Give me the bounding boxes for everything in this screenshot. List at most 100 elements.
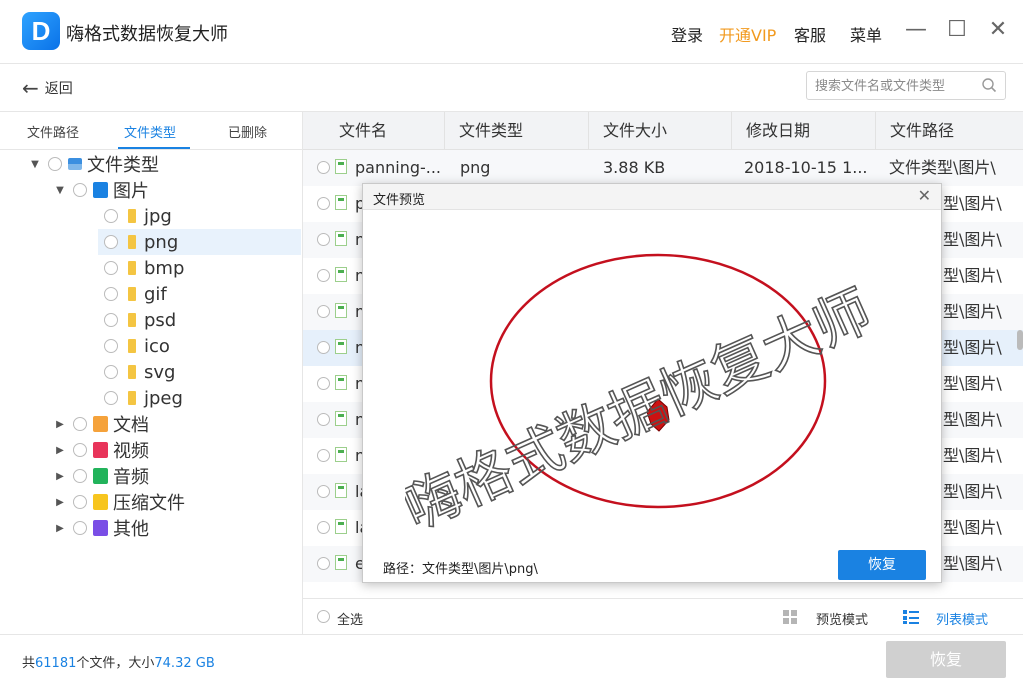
grid-view-icon[interactable] [783, 610, 797, 624]
caret-down-icon[interactable]: ▼ [53, 185, 67, 196]
tree-node-docs[interactable]: ▶ 文档 [53, 411, 149, 437]
tree-radio[interactable] [73, 417, 87, 431]
app-logo-icon: D [22, 12, 60, 50]
close-button[interactable]: ✕ [984, 16, 1012, 44]
preview-image [489, 253, 827, 509]
column-header-path[interactable]: 文件路径 [876, 112, 1023, 150]
tree-node-gif[interactable]: gif [98, 281, 301, 307]
cell-path: 型\图片\ [943, 446, 1002, 465]
row-radio[interactable] [317, 413, 330, 426]
cell-path: 型\图片\ [943, 374, 1002, 393]
cell-name: panning-... [355, 158, 442, 177]
row-radio[interactable] [317, 341, 330, 354]
caret-right-icon[interactable]: ▶ [53, 419, 67, 430]
row-radio[interactable] [317, 485, 330, 498]
list-mode-button[interactable]: 列表模式 [936, 609, 988, 628]
maximize-button[interactable]: ☐ [943, 16, 971, 44]
tree-node-jpeg[interactable]: jpeg [98, 385, 301, 411]
tree-node-audio[interactable]: ▶ 音频 [53, 463, 149, 489]
dialog-close-icon[interactable]: ✕ [918, 186, 931, 205]
caret-right-icon[interactable]: ▶ [53, 497, 67, 508]
caret-right-icon[interactable]: ▶ [53, 445, 67, 456]
caret-right-icon[interactable]: ▶ [53, 523, 67, 534]
column-header-date[interactable]: 修改日期 [732, 112, 876, 150]
table-row[interactable]: panning-... png 3.88 KB 2018-10-15 1... … [303, 150, 1023, 186]
image-file-icon [335, 519, 347, 534]
tree-radio[interactable] [48, 157, 62, 171]
row-radio[interactable] [317, 557, 330, 570]
tree-radio[interactable] [104, 391, 118, 405]
tree-radio[interactable] [104, 339, 118, 353]
tree-radio[interactable] [73, 521, 87, 535]
folder-icon [128, 365, 136, 379]
tree-node-video[interactable]: ▶ 视频 [53, 437, 149, 463]
tree-radio[interactable] [73, 443, 87, 457]
back-label: 返回 [44, 81, 73, 97]
tree-radio[interactable] [104, 365, 118, 379]
row-radio[interactable] [317, 377, 330, 390]
tab-deleted[interactable]: 已删除 [228, 122, 267, 141]
tree-label: psd [144, 309, 177, 331]
tree-node-jpg[interactable]: jpg [98, 203, 301, 229]
tree-label: 音频 [113, 467, 149, 488]
toolbar: ← 返回 [0, 64, 1023, 112]
recover-button[interactable]: 恢复 [886, 641, 1006, 678]
tree-radio[interactable] [104, 261, 118, 275]
column-header-size[interactable]: 文件大小 [589, 112, 732, 150]
search-icon[interactable] [981, 77, 997, 93]
tree-node-png[interactable]: png [98, 229, 301, 255]
tab-file-path[interactable]: 文件路径 [27, 122, 79, 141]
row-radio[interactable] [317, 449, 330, 462]
tree-node-archive[interactable]: ▶ 压缩文件 [53, 489, 185, 515]
column-header-type[interactable]: 文件类型 [445, 112, 589, 150]
row-radio[interactable] [317, 269, 330, 282]
cell-path: 型\图片\ [943, 338, 1002, 357]
list-view-icon[interactable] [903, 609, 919, 625]
caret-down-icon[interactable]: ▼ [28, 159, 42, 170]
tree-radio[interactable] [73, 183, 87, 197]
image-file-icon [335, 411, 347, 426]
tree-radio[interactable] [104, 313, 118, 327]
row-radio[interactable] [317, 305, 330, 318]
caret-right-icon[interactable]: ▶ [53, 471, 67, 482]
folder-icon [128, 313, 136, 327]
preview-mode-button[interactable]: 预览模式 [816, 609, 868, 628]
select-all-radio[interactable] [317, 610, 330, 623]
tree-node-ico[interactable]: ico [98, 333, 301, 359]
image-file-icon [335, 267, 347, 282]
tree-radio[interactable] [104, 287, 118, 301]
table-scrollbar[interactable] [1017, 330, 1023, 350]
tree-node-other[interactable]: ▶ 其他 [53, 515, 149, 541]
tab-file-type[interactable]: 文件类型 [124, 122, 176, 141]
tree-label: jpg [144, 205, 172, 227]
tree-radio[interactable] [73, 495, 87, 509]
left-panel: 文件路径 文件类型 已删除 ▼ 文件类型 ▼ 图片 jpg png bmp gi… [0, 112, 303, 634]
tree-node-images[interactable]: ▼ 图片 [53, 177, 149, 203]
cell-path: 型\图片\ [943, 554, 1002, 573]
row-radio[interactable] [317, 197, 330, 210]
tree-radio[interactable] [104, 235, 118, 249]
minimize-button[interactable]: — [902, 16, 930, 44]
tree-node-root[interactable]: ▼ 文件类型 [28, 151, 159, 177]
back-button[interactable]: ← 返回 [22, 76, 73, 100]
search-input[interactable] [815, 76, 975, 96]
row-radio[interactable] [317, 521, 330, 534]
column-header-name[interactable]: 文件名 [303, 112, 445, 150]
menu-button[interactable]: 菜单 [850, 22, 882, 46]
select-all-label[interactable]: 全选 [337, 609, 363, 628]
row-radio[interactable] [317, 161, 330, 174]
dialog-recover-button[interactable]: 恢复 [838, 550, 926, 580]
customer-service-button[interactable]: 客服 [794, 22, 826, 46]
search-box[interactable] [806, 71, 1006, 100]
document-folder-icon [93, 416, 108, 432]
tree-radio[interactable] [104, 209, 118, 223]
tree-radio[interactable] [73, 469, 87, 483]
tree-node-bmp[interactable]: bmp [98, 255, 301, 281]
login-button[interactable]: 登录 [671, 22, 703, 46]
row-radio[interactable] [317, 233, 330, 246]
tree-node-svg[interactable]: svg [98, 359, 301, 385]
path-value: 文件类型\图片\png\ [422, 562, 538, 577]
tree-node-psd[interactable]: psd [98, 307, 301, 333]
vip-button[interactable]: 开通VIP [719, 22, 776, 46]
app-title: 嗨格式数据恢复大师 [66, 24, 228, 45]
